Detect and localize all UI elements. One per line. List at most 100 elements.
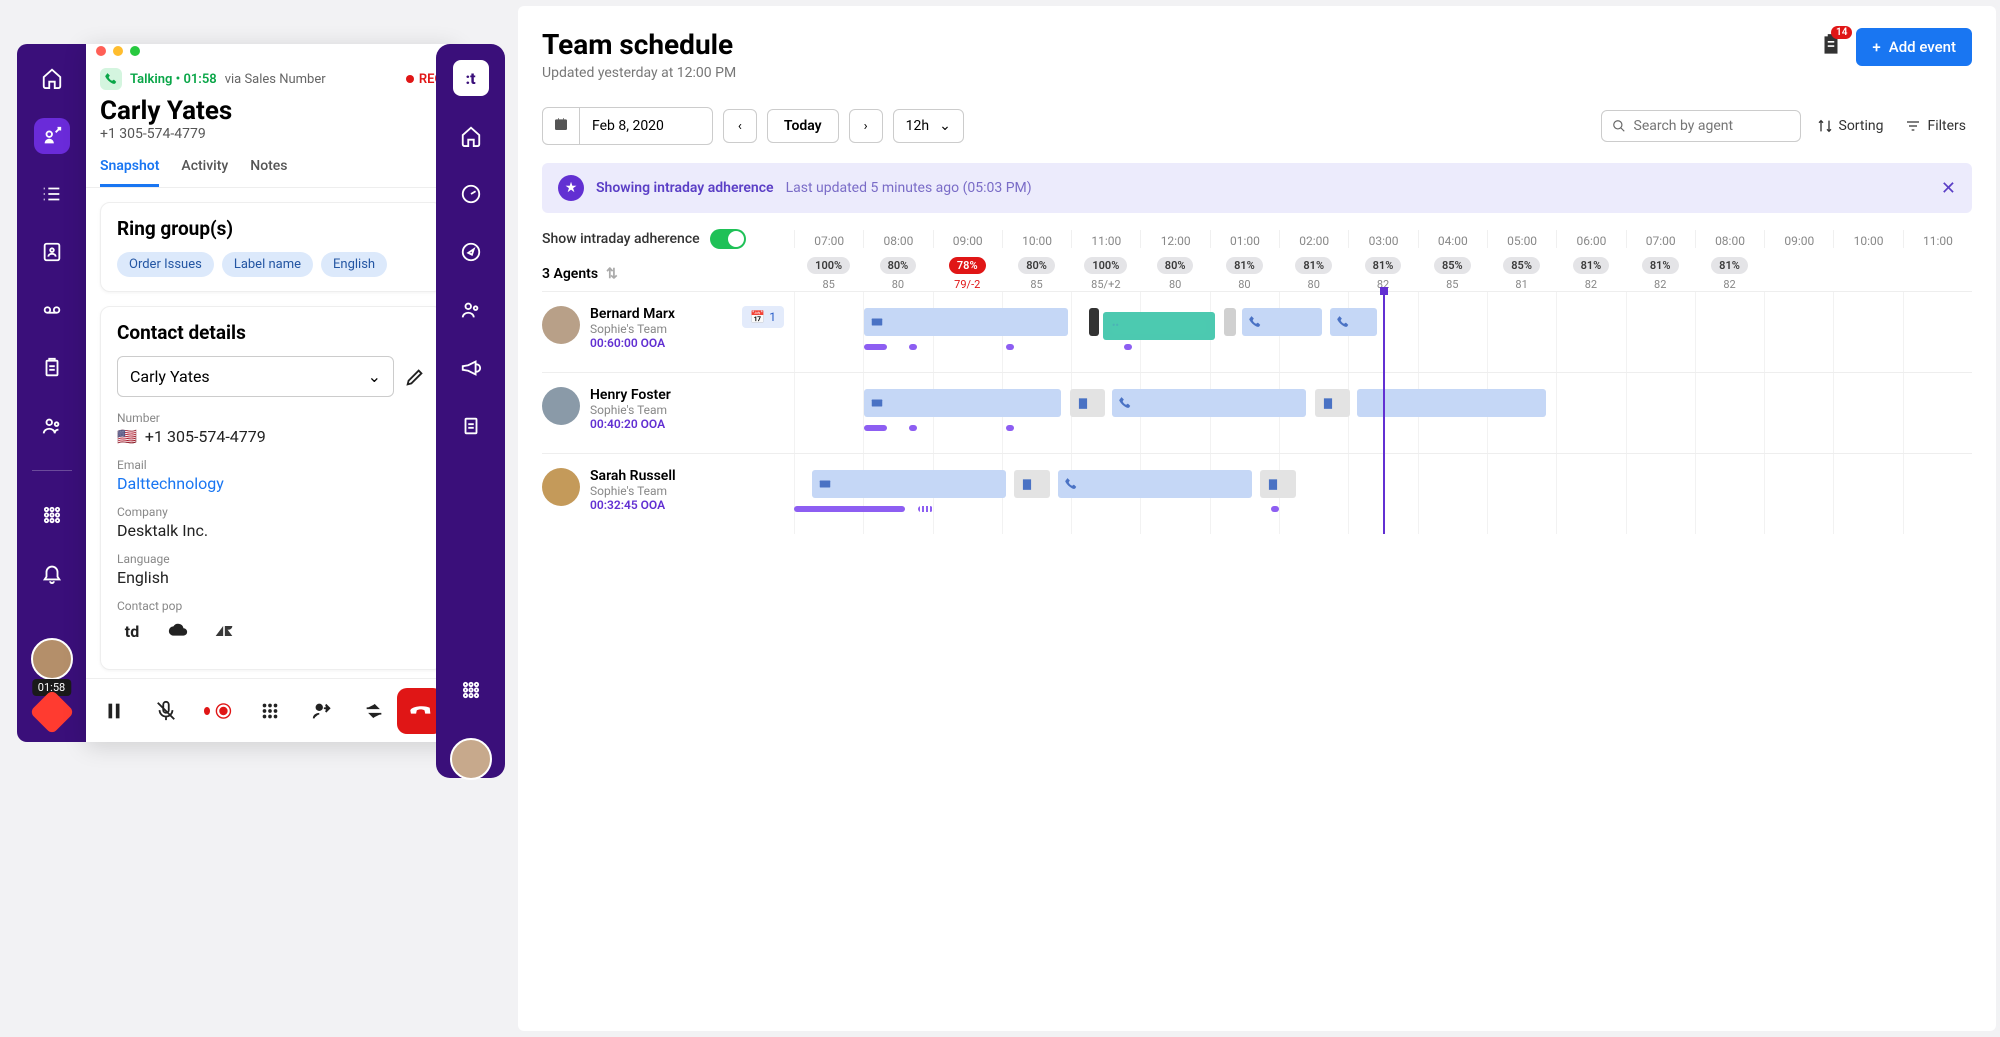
compass-icon[interactable] — [453, 234, 489, 270]
pause-icon[interactable] — [100, 697, 128, 725]
break-block[interactable] — [1014, 470, 1049, 498]
adherence-bar — [909, 344, 917, 350]
agent-ooa: 00:60:00 OOA — [590, 336, 675, 350]
apps-icon[interactable] — [34, 497, 70, 533]
hour-label: 03:00 — [1348, 230, 1417, 248]
search-input[interactable] — [1601, 110, 1801, 142]
hour-label: 10:00 — [1002, 230, 1071, 248]
pop-label: Contact pop — [117, 599, 426, 613]
stat-cells: 100%8580%8078%79/-280%85100%85/+280%8081… — [794, 257, 1972, 291]
stat-pill: 100% — [1084, 257, 1127, 274]
secondary-avatar[interactable] — [450, 738, 492, 780]
chip[interactable]: Label name — [222, 252, 313, 277]
voicemail-icon[interactable] — [34, 292, 70, 328]
contact-icon[interactable] — [34, 234, 70, 270]
edit-icon[interactable] — [404, 366, 426, 388]
hour-label: 11:00 — [1903, 230, 1972, 248]
adherence-toggle[interactable] — [710, 229, 746, 249]
call-block[interactable] — [1112, 389, 1306, 417]
apps2-icon[interactable] — [453, 672, 489, 708]
search-field[interactable] — [1634, 118, 1790, 134]
gauge-icon[interactable] — [453, 176, 489, 212]
sort-icon[interactable]: ⇅ — [606, 266, 618, 282]
megaphone-icon[interactable] — [453, 350, 489, 386]
diamond-icon[interactable] — [29, 689, 74, 734]
break-block[interactable] — [1315, 389, 1350, 417]
tab-snapshot[interactable]: Snapshot — [100, 158, 159, 187]
rocket-icon[interactable] — [34, 118, 70, 154]
hour-label: 06:00 — [1556, 230, 1625, 248]
next-button[interactable]: › — [849, 109, 883, 143]
minimize-dot[interactable] — [113, 46, 123, 56]
break-block[interactable] — [1089, 308, 1099, 336]
stat-pill: 81% — [1365, 257, 1402, 274]
logo-icon[interactable]: :t — [453, 60, 489, 96]
date-picker[interactable]: Feb 8, 2020 — [542, 107, 713, 145]
close-icon[interactable]: ✕ — [1941, 178, 1956, 199]
home-icon[interactable] — [34, 60, 70, 96]
record-icon[interactable] — [204, 697, 232, 725]
maximize-dot[interactable] — [130, 46, 140, 56]
email-block[interactable] — [864, 308, 1069, 336]
add-event-button[interactable]: +Add event — [1856, 28, 1972, 66]
email-block[interactable] — [812, 470, 1006, 498]
break-block[interactable] — [1260, 470, 1295, 498]
notifications-icon[interactable]: 14 — [1818, 32, 1844, 62]
stat-cell: 80%80 — [1140, 257, 1209, 291]
bell-icon[interactable] — [34, 555, 70, 591]
email-value[interactable]: Dalttechnology — [117, 474, 426, 493]
chip[interactable]: Order Issues — [117, 252, 214, 277]
zoom-select[interactable]: 12h⌄ — [893, 109, 964, 143]
date-value: Feb 8, 2020 — [580, 110, 712, 142]
mute-icon[interactable] — [152, 697, 180, 725]
chip[interactable]: English — [321, 252, 387, 277]
call-block[interactable] — [1330, 308, 1377, 336]
window-controls — [86, 44, 457, 58]
pop-td-icon[interactable]: td — [117, 619, 147, 643]
tab-notes[interactable]: Notes — [250, 158, 287, 187]
call-panel: Talking • 01:58 via Sales Number REC Car… — [86, 44, 457, 742]
email-block[interactable] — [864, 389, 1062, 417]
today-button[interactable]: Today — [767, 109, 839, 143]
number-label: Number — [117, 411, 426, 425]
sorting-button[interactable]: Sorting — [1811, 112, 1890, 140]
contact-select[interactable]: Carly Yates⌄ — [117, 356, 394, 397]
stat-cell: 81%82 — [1556, 257, 1625, 291]
hour-label: 05:00 — [1487, 230, 1556, 248]
stat-sub: 80 — [1169, 278, 1181, 291]
agent-row: Sarah Russell Sophie's Team 00:32:45 OOA — [542, 453, 1972, 534]
filters-button[interactable]: Filters — [1899, 112, 1972, 140]
call-block[interactable] — [1058, 470, 1252, 498]
call-block[interactable] — [1242, 308, 1322, 336]
team2-icon[interactable] — [453, 292, 489, 328]
close-dot[interactable] — [96, 46, 106, 56]
agent-row: Bernard Marx Sophie's Team 00:60:00 OOA … — [542, 291, 1972, 372]
team-icon[interactable] — [34, 408, 70, 444]
stat-cell: 78%79/-2 — [933, 257, 1002, 291]
clipboard-icon[interactable] — [34, 350, 70, 386]
pop-cloud-icon[interactable] — [163, 619, 193, 643]
email-label: Email — [117, 458, 426, 472]
agent-badge[interactable]: 📅 1 — [742, 306, 784, 328]
swap-icon[interactable] — [360, 697, 388, 725]
transfer-icon[interactable] — [308, 697, 336, 725]
pop-zendesk-icon[interactable] — [209, 619, 239, 643]
stat-cell — [1764, 257, 1833, 291]
adherence-bar — [1271, 506, 1279, 512]
user-avatar[interactable]: 01:58 — [31, 638, 73, 680]
prev-button[interactable]: ‹ — [723, 109, 757, 143]
tab-activity[interactable]: Activity — [181, 158, 228, 187]
stat-cell: 81%82 — [1626, 257, 1695, 291]
home2-icon[interactable] — [453, 118, 489, 154]
meeting-block-overlay[interactable] — [1112, 320, 1206, 334]
stat-pill: 81% — [1642, 257, 1679, 274]
dialpad-icon[interactable] — [256, 697, 284, 725]
caller-name: Carly Yates — [100, 96, 443, 126]
block[interactable] — [1357, 389, 1545, 417]
list-icon[interactable] — [34, 176, 70, 212]
stat-sub: 85 — [822, 278, 834, 291]
gap-block[interactable] — [1224, 308, 1236, 336]
break-block[interactable] — [1070, 389, 1105, 417]
clipboard2-icon[interactable] — [453, 408, 489, 444]
stat-sub: 79/-2 — [954, 278, 980, 291]
